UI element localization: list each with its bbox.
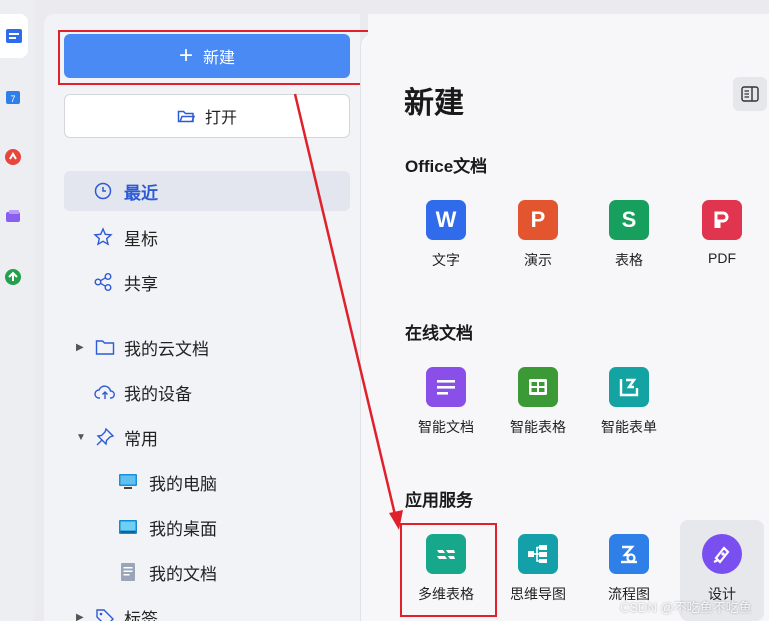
open-button[interactable]: 打开 <box>64 94 350 138</box>
app-multidim-table[interactable]: 多维表格 <box>406 534 486 604</box>
rail-calendar-button[interactable]: 7 <box>0 84 26 110</box>
notes-icon <box>5 149 21 165</box>
section-title-online: 在线文档 <box>405 324 473 343</box>
svg-text:7: 7 <box>10 94 15 104</box>
star-icon <box>92 226 114 248</box>
rail-apps-button[interactable] <box>0 204 26 230</box>
app-label: 智能表格 <box>510 419 566 435</box>
upload-icon <box>5 269 21 285</box>
app-pdf[interactable]: PDF <box>682 200 762 266</box>
main-top-strip <box>368 14 769 36</box>
presentation-icon: P <box>518 200 558 240</box>
apps-icon <box>6 210 20 222</box>
favorite-item-label: 我的文档 <box>149 564 217 584</box>
clock-icon <box>92 180 114 202</box>
tree-item-tags[interactable]: ▶ 标签 <box>64 597 350 621</box>
favorite-item-my-desktop[interactable]: 我的桌面 <box>118 507 217 547</box>
page-title: 新建 <box>404 87 464 120</box>
flowchart-icon <box>609 534 649 574</box>
tree-item-label: 我的云文档 <box>124 339 209 359</box>
desktop-icon <box>118 517 138 537</box>
app-smart-sheet[interactable]: 智能表格 <box>498 367 578 437</box>
favorite-item-label: 我的电脑 <box>149 474 217 494</box>
multidim-table-icon <box>426 534 466 574</box>
tree-item-frequent[interactable]: ▼ 常用 <box>64 417 350 457</box>
pin-icon <box>94 426 116 448</box>
rail-upload-button[interactable] <box>0 264 26 290</box>
section-title-services: 应用服务 <box>405 491 473 510</box>
caret-right-icon[interactable]: ▶ <box>76 342 90 353</box>
app-mind-map[interactable]: 思维导图 <box>498 534 578 604</box>
tree-item-label: 我的设备 <box>124 384 192 404</box>
tree-item-label: 常用 <box>124 429 158 449</box>
share-icon <box>92 271 114 293</box>
design-icon <box>702 534 742 574</box>
app-label: 多维表格 <box>418 586 474 602</box>
tag-icon <box>94 606 116 621</box>
app-smart-form[interactable]: 智能表单 <box>589 367 669 437</box>
rail-notes-button[interactable] <box>0 144 26 170</box>
app-spreadsheet[interactable]: S 表格 <box>589 200 669 270</box>
computer-icon <box>118 472 138 492</box>
caret-down-icon[interactable]: ▼ <box>76 432 90 443</box>
watermark: CSDN @不吃鱼不吃鱼 <box>620 600 752 615</box>
folder-icon <box>94 336 116 358</box>
document-icon <box>118 562 138 582</box>
app-label: 表格 <box>615 252 643 268</box>
new-button[interactable]: + 新建 <box>64 34 350 78</box>
nav-item-label: 星标 <box>124 229 158 249</box>
mind-map-icon <box>518 534 558 574</box>
app-label: 智能文档 <box>418 419 474 435</box>
nav-item-label: 共享 <box>124 274 158 294</box>
app-smart-doc[interactable]: 智能文档 <box>406 367 486 437</box>
caret-right-icon[interactable]: ▶ <box>76 612 90 621</box>
app-flowchart[interactable]: 流程图 <box>589 534 669 604</box>
pdf-icon <box>702 200 742 240</box>
tree-item-cloud-docs[interactable]: ▶ 我的云文档 <box>64 327 350 367</box>
nav-item-label: 最近 <box>124 183 158 203</box>
folder-open-icon <box>177 110 195 123</box>
word-icon: W <box>426 200 466 240</box>
new-button-label: 新建 <box>203 50 236 67</box>
nav-item-shared[interactable]: 共享 <box>64 262 350 302</box>
app-rail: 7 <box>0 0 34 621</box>
app-presentation[interactable]: P 演示 <box>498 200 578 270</box>
smart-doc-icon <box>426 367 466 407</box>
nav-item-recent[interactable]: 最近 <box>64 171 350 211</box>
rail-docs-button[interactable] <box>0 14 28 58</box>
docs-icon <box>6 29 22 43</box>
favorite-item-my-computer[interactable]: 我的电脑 <box>118 462 217 502</box>
app-design[interactable]: 设计 <box>682 534 762 604</box>
app-label: 演示 <box>524 252 552 268</box>
favorite-item-label: 我的桌面 <box>149 519 217 539</box>
app-label: 智能表单 <box>601 419 657 435</box>
tree-item-my-devices[interactable]: 我的设备 <box>64 372 350 412</box>
tree-item-label: 标签 <box>124 609 158 621</box>
smart-sheet-icon <box>518 367 558 407</box>
open-button-label: 打开 <box>204 110 237 127</box>
app-label: PDF <box>708 250 736 266</box>
cloud-upload-icon <box>94 381 116 403</box>
smart-form-icon <box>609 367 649 407</box>
panel-toggle-button[interactable] <box>733 77 767 111</box>
app-word[interactable]: W 文字 <box>406 200 486 270</box>
plus-icon: + <box>178 42 193 69</box>
calendar-icon: 7 <box>6 91 20 104</box>
nav-item-starred[interactable]: 星标 <box>64 217 350 257</box>
sidebar-panel-icon <box>741 86 759 102</box>
favorite-item-my-documents[interactable]: 我的文档 <box>118 552 217 592</box>
app-label: 思维导图 <box>510 586 566 602</box>
section-title-office: Office文档 <box>405 157 488 176</box>
spreadsheet-icon: S <box>609 200 649 240</box>
app-label: 文字 <box>432 252 460 268</box>
